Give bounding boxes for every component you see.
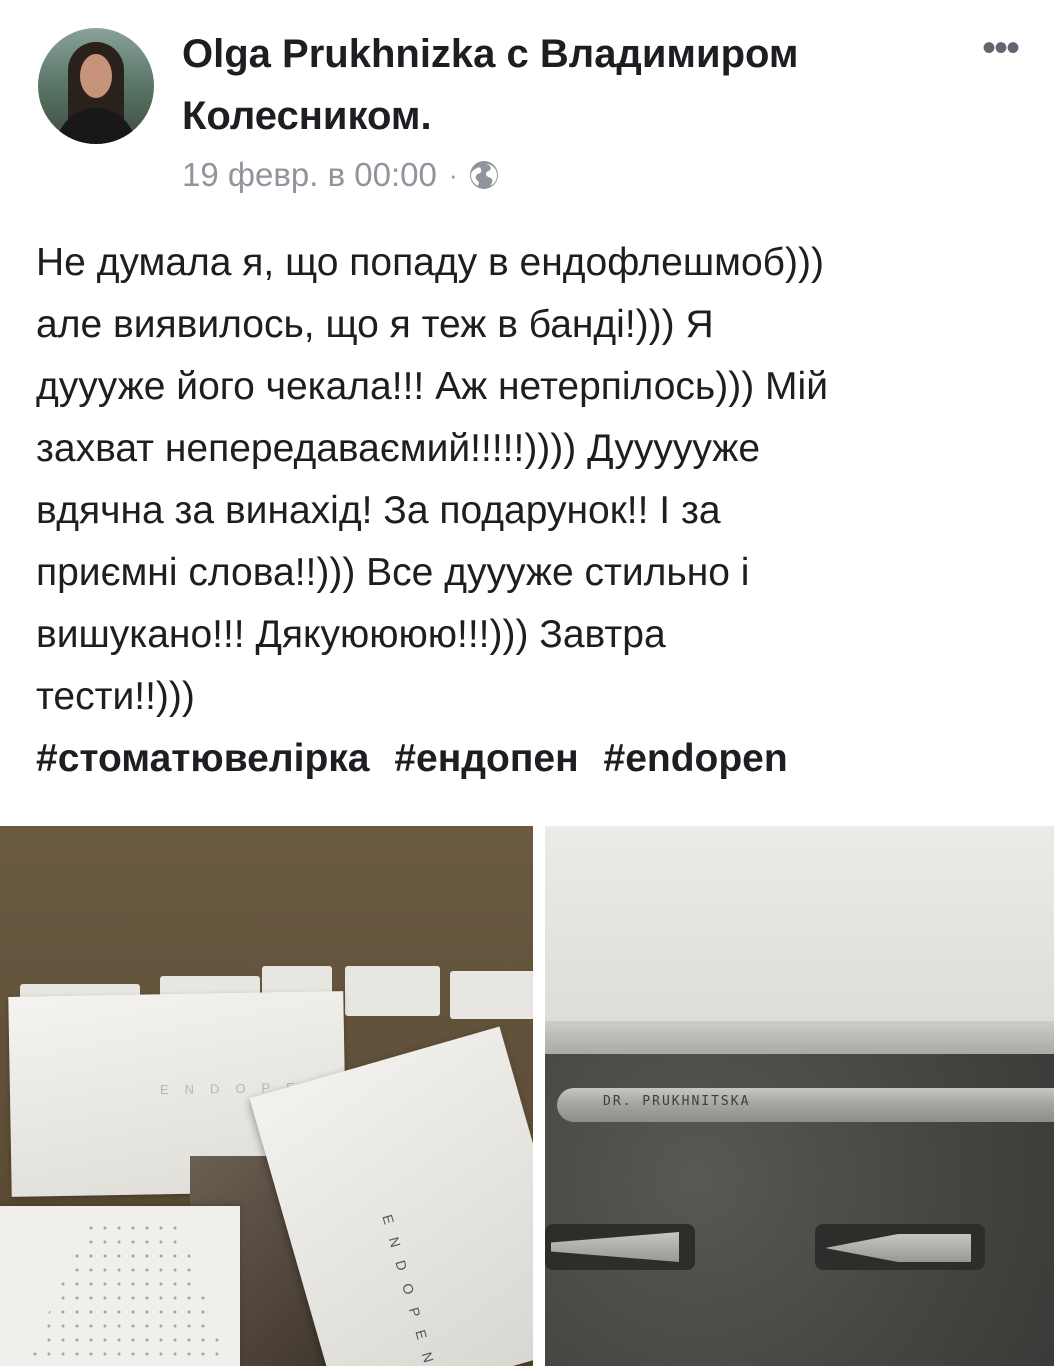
case-rim [545, 1021, 1054, 1057]
foam-block [450, 971, 533, 1019]
avatar-face [80, 54, 112, 98]
post-text-line: Не думала я, що попаду в ендофлешмоб))) [36, 241, 824, 284]
author-name[interactable]: Olga Prukhnizka с Владимиром [182, 30, 799, 78]
post-text-line: приємні слова!!))) Все дуууже стильно і [36, 551, 750, 594]
meta-separator: · [448, 159, 458, 190]
post-text-line: дуууже його чекала!!! Аж нетерпілось))) … [36, 365, 828, 408]
post-text-line: але виявилось, що я теж в банді!))) Я [36, 303, 714, 346]
case-lid [545, 826, 1054, 1026]
post-text-line: тести!!))) [36, 675, 195, 718]
post-header: Olga Prukhnizka с Владимиром Колесником.… [0, 0, 1054, 200]
photo-pen[interactable]: DR. PRUKHNITSKA [545, 826, 1054, 1366]
hashtag-link[interactable]: #стоматювелірка [36, 737, 370, 780]
post-meta: 19 февр. в 00:00 · [182, 152, 500, 198]
photo-boxes[interactable]: ENDOPEN ENDOPEN [0, 826, 533, 1366]
post-text-line: вдячна за винахід! За подарунок!! І за [36, 489, 721, 532]
pen-engraving: DR. PRUKHNITSKA [603, 1094, 751, 1109]
post-text-line: вишукано!!! Дякуюююю!!!))) Завтра [36, 613, 666, 656]
hashtag-link[interactable]: #ендопен [394, 737, 578, 780]
author-avatar[interactable] [38, 28, 154, 144]
hashtag-row: #стоматювелірка #ендопен #endopen [36, 728, 1036, 790]
more-options-icon[interactable]: ••• [970, 28, 1030, 68]
post-text-line: захват непередаваємий!!!!!)))) Дуууууже [36, 427, 761, 470]
tagged-person-name[interactable]: Колесником. [182, 92, 432, 140]
post-timestamp[interactable]: 19 февр. в 00:00 [182, 156, 437, 194]
foam-block [345, 966, 440, 1016]
post-body: Не думала я, що попаду в ендофлешмоб))) … [36, 232, 1036, 790]
globe-icon[interactable] [468, 159, 500, 191]
hashtag-link[interactable]: #endopen [604, 737, 788, 780]
lid-brand-text: ENDOPEN [379, 1213, 440, 1366]
